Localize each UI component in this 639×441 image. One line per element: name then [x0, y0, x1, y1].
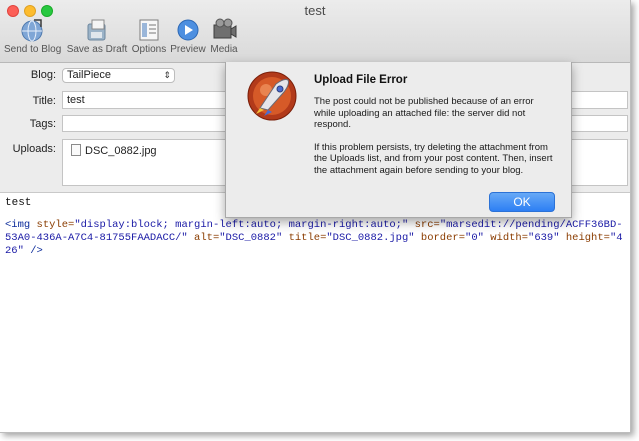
window-title: test — [304, 3, 326, 18]
upload-file-item[interactable]: DSC_0882.jpg — [71, 144, 157, 157]
media-label: Media — [210, 44, 238, 55]
send-to-blog-button[interactable]: Send to Blog — [4, 18, 62, 55]
image-file-icon — [71, 144, 81, 156]
dialog-message-secondary: If this problem persists, try deleting t… — [314, 141, 553, 176]
media-button[interactable]: Media — [208, 18, 240, 55]
save-as-draft-button[interactable]: Save as Draft — [66, 18, 128, 55]
send-to-blog-icon — [21, 19, 43, 42]
upload-error-dialog: Upload File Error The post could not be … — [225, 62, 572, 218]
options-button[interactable]: Options — [130, 18, 168, 55]
app-window: test Send to Blog Save as Draft Options … — [0, 0, 631, 433]
media-icon — [213, 18, 237, 39]
preview-button[interactable]: Preview — [170, 18, 206, 55]
dialog-message: The post could not be published because … — [314, 96, 554, 187]
post-editor[interactable]: test <img style="display:block; margin-l… — [0, 192, 630, 432]
blog-label: Blog: — [30, 69, 56, 81]
tags-label: Tags: — [29, 118, 56, 130]
options-label: Options — [131, 44, 167, 55]
preview-icon — [177, 19, 199, 41]
dialog-message-primary: The post could not be published because … — [314, 96, 534, 130]
blog-select[interactable]: TailPiece ⇕ — [62, 68, 175, 83]
chevron-updown-icon: ⇕ — [163, 70, 171, 80]
upload-file-name: DSC_0882.jpg — [85, 145, 157, 157]
rocket-app-icon — [247, 71, 297, 121]
save-as-draft-label: Save as Draft — [66, 44, 128, 55]
title-bar: test Send to Blog Save as Draft Options … — [0, 0, 630, 63]
send-to-blog-label: Send to Blog — [4, 44, 62, 55]
save-as-draft-icon — [87, 19, 106, 41]
uploads-label: Uploads: — [12, 143, 56, 155]
ok-button[interactable]: OK — [489, 192, 555, 212]
options-icon — [139, 19, 159, 41]
preview-label: Preview — [170, 44, 206, 55]
title-field-value: test — [67, 94, 85, 106]
editor-post-title: test — [5, 197, 32, 209]
editor-code[interactable]: <img style="display:block; margin-left:a… — [5, 219, 627, 258]
dialog-title: Upload File Error — [314, 74, 408, 86]
title-label: Title: — [32, 95, 56, 107]
blog-select-value: TailPiece — [67, 69, 112, 81]
